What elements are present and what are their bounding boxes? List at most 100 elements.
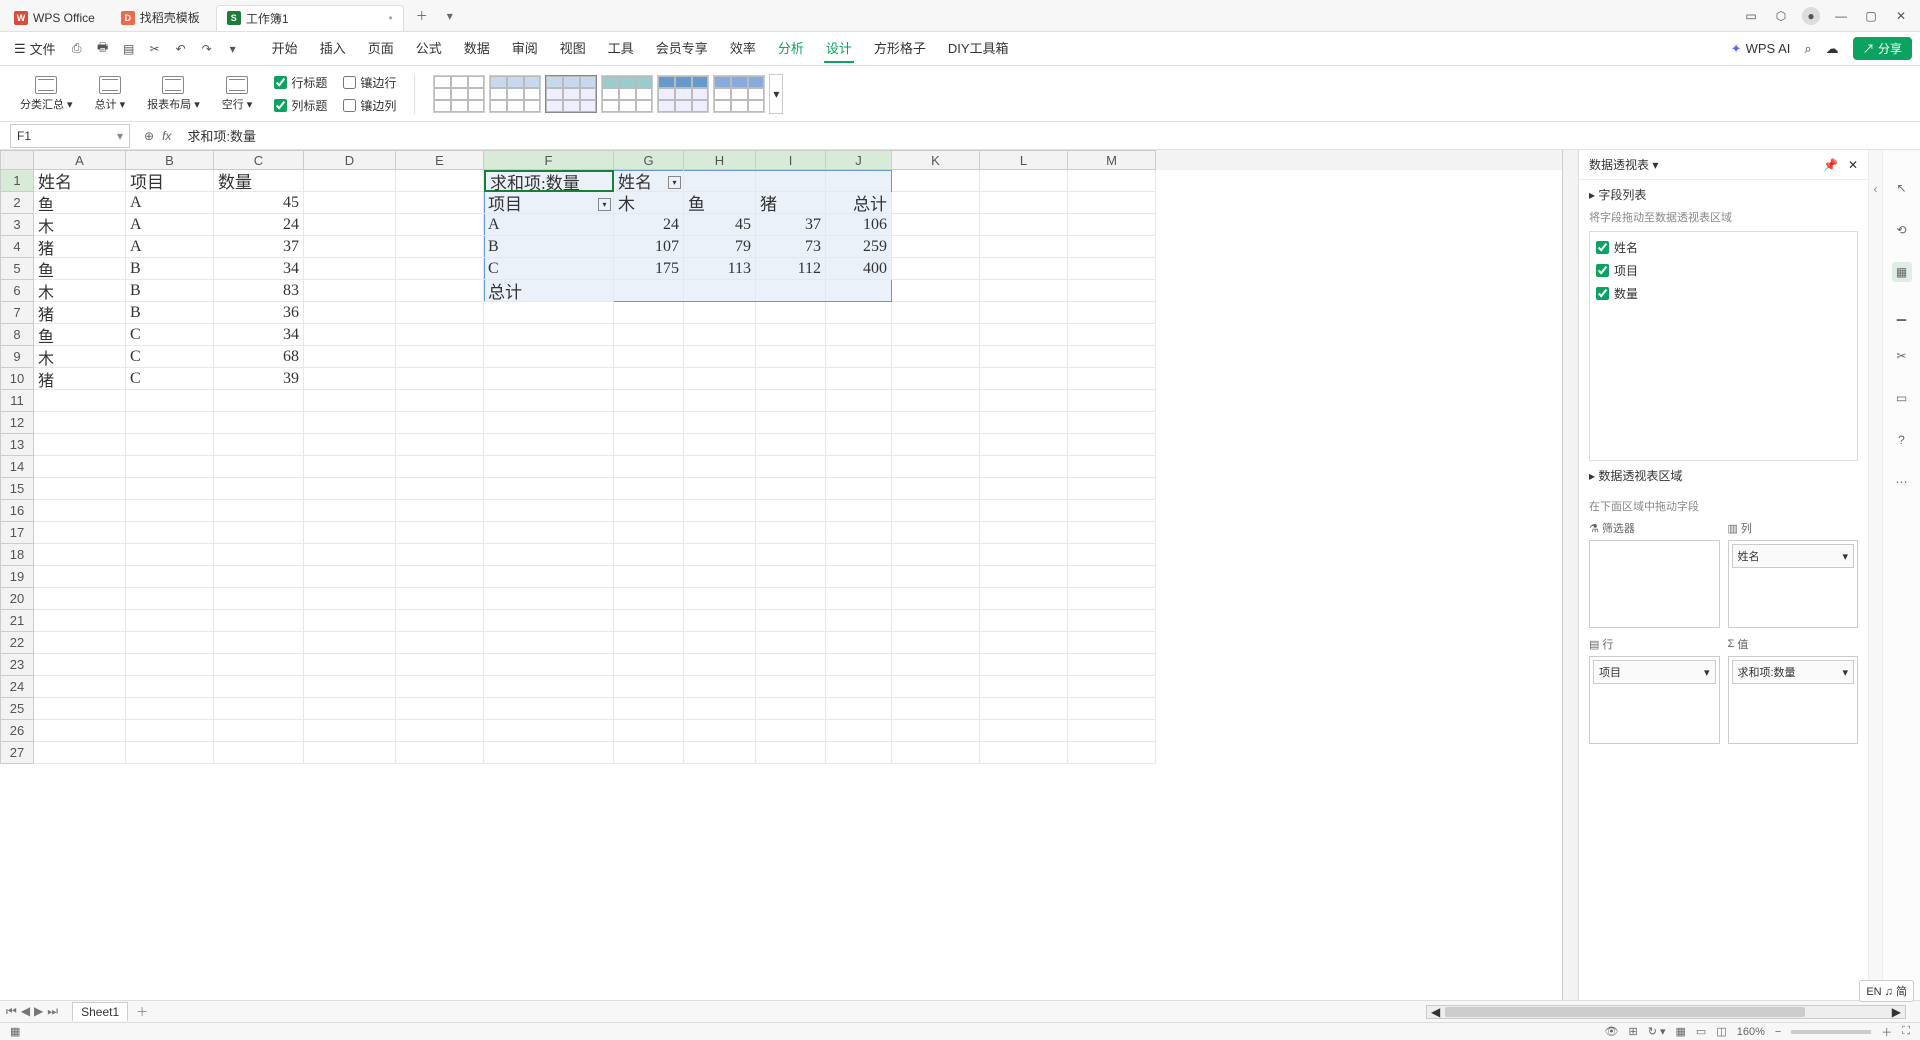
cell-E16[interactable] — [396, 500, 484, 522]
cell-J14[interactable] — [826, 456, 892, 478]
cell-E20[interactable] — [396, 588, 484, 610]
cell-C22[interactable] — [214, 632, 304, 654]
cell-B14[interactable] — [126, 456, 214, 478]
cursor-icon[interactable]: ↖ — [1892, 178, 1912, 198]
cell-B7[interactable]: B — [126, 302, 214, 324]
cell-D5[interactable] — [304, 258, 396, 280]
cell-G20[interactable] — [614, 588, 684, 610]
cell-G22[interactable] — [614, 632, 684, 654]
row-hdr-4[interactable]: 4 — [0, 236, 34, 258]
row-hdr-11[interactable]: 11 — [0, 390, 34, 412]
tab-add[interactable]: ＋ — [410, 4, 434, 28]
cell-L4[interactable] — [980, 236, 1068, 258]
cell-K6[interactable] — [892, 280, 980, 302]
cell-M9[interactable] — [1068, 346, 1156, 368]
row-hdr-10[interactable]: 10 — [0, 368, 34, 390]
cell-I16[interactable] — [756, 500, 826, 522]
cell-A25[interactable] — [34, 698, 126, 720]
cell-E27[interactable] — [396, 742, 484, 764]
col-hdr-J[interactable]: J — [826, 150, 892, 170]
chk-colhdr[interactable]: 列标题 — [274, 97, 327, 114]
row-hdr-13[interactable]: 13 — [0, 434, 34, 456]
chk-rowhdr[interactable]: 行标题 — [274, 74, 327, 91]
cell-K3[interactable] — [892, 214, 980, 236]
link-icon[interactable]: ⟲ — [1892, 220, 1912, 240]
sheet-first-icon[interactable]: ⏮ — [6, 1004, 17, 1019]
cell-F9[interactable] — [484, 346, 614, 368]
btn-subtotal[interactable]: 分类汇总 ▾ — [14, 74, 79, 114]
cell-K22[interactable] — [892, 632, 980, 654]
cell-B20[interactable] — [126, 588, 214, 610]
cell-J8[interactable] — [826, 324, 892, 346]
cell-G23[interactable] — [614, 654, 684, 676]
zoom-value[interactable]: 160% — [1737, 1026, 1765, 1038]
cell-M8[interactable] — [1068, 324, 1156, 346]
cell-A1[interactable]: 姓名 — [34, 170, 126, 192]
cell-A9[interactable]: 木 — [34, 346, 126, 368]
pivot-col-dd[interactable]: ▾ — [668, 176, 681, 189]
cell-H14[interactable] — [684, 456, 756, 478]
field-0[interactable]: 姓名 — [1594, 236, 1853, 259]
cell-B5[interactable]: B — [126, 258, 214, 280]
cell-L19[interactable] — [980, 566, 1068, 588]
maximize-icon[interactable]: ▢ — [1862, 7, 1880, 25]
style-3[interactable] — [545, 75, 597, 113]
cell-C16[interactable] — [214, 500, 304, 522]
menu-tab-5[interactable]: 审阅 — [510, 34, 540, 63]
cell-C20[interactable] — [214, 588, 304, 610]
drop-rows[interactable]: 项目▾ — [1589, 656, 1720, 744]
cell-C8[interactable]: 34 — [214, 324, 304, 346]
row-hdr-17[interactable]: 17 — [0, 522, 34, 544]
cell-J27[interactable] — [826, 742, 892, 764]
cell-C3[interactable]: 24 — [214, 214, 304, 236]
cell-L21[interactable] — [980, 610, 1068, 632]
cell-C27[interactable] — [214, 742, 304, 764]
cell-K17[interactable] — [892, 522, 980, 544]
cell-D4[interactable] — [304, 236, 396, 258]
col-hdr-G[interactable]: G — [614, 150, 684, 170]
cell-M20[interactable] — [1068, 588, 1156, 610]
hscroll[interactable]: ◀▶ — [1426, 1005, 1906, 1019]
cell-A8[interactable]: 鱼 — [34, 324, 126, 346]
cell-D22[interactable] — [304, 632, 396, 654]
cell-B22[interactable] — [126, 632, 214, 654]
cell-B23[interactable] — [126, 654, 214, 676]
cell-L7[interactable] — [980, 302, 1068, 324]
tab-app[interactable]: WWPS Office — [4, 5, 105, 31]
cell-A18[interactable] — [34, 544, 126, 566]
btn-blank[interactable]: 空行 ▾ — [216, 74, 259, 114]
cell-B18[interactable] — [126, 544, 214, 566]
row-hdr-3[interactable]: 3 — [0, 214, 34, 236]
sheet-add[interactable]: ＋ — [136, 1003, 148, 1020]
cell-H11[interactable] — [684, 390, 756, 412]
cell-C25[interactable] — [214, 698, 304, 720]
cell-I21[interactable] — [756, 610, 826, 632]
val-item[interactable]: 求和项:数量▾ — [1732, 660, 1855, 684]
cell-A11[interactable] — [34, 390, 126, 412]
cell-B13[interactable] — [126, 434, 214, 456]
view-split-icon[interactable]: ◫ — [1716, 1025, 1726, 1038]
cell-F1[interactable]: 求和项:数量 — [484, 170, 614, 192]
cell-F10[interactable] — [484, 368, 614, 390]
row-hdr-7[interactable]: 7 — [0, 302, 34, 324]
cell-I6[interactable] — [756, 280, 826, 302]
row-hdr-24[interactable]: 24 — [0, 676, 34, 698]
menu-tab-7[interactable]: 工具 — [606, 34, 636, 63]
cell-M6[interactable] — [1068, 280, 1156, 302]
cell-G5[interactable]: 175 — [614, 258, 684, 280]
cell-G1[interactable]: 姓名▾ — [614, 170, 684, 192]
cell-L8[interactable] — [980, 324, 1068, 346]
preview-icon[interactable]: ▤ — [120, 40, 138, 58]
cell-M13[interactable] — [1068, 434, 1156, 456]
cell-M11[interactable] — [1068, 390, 1156, 412]
cell-I2[interactable]: 猪 — [756, 192, 826, 214]
col-hdr-K[interactable]: K — [892, 150, 980, 170]
cell-F5[interactable]: C — [484, 258, 614, 280]
pivot-row-dd[interactable]: ▾ — [598, 198, 611, 211]
cell-D8[interactable] — [304, 324, 396, 346]
cell-D14[interactable] — [304, 456, 396, 478]
cell-E21[interactable] — [396, 610, 484, 632]
cell-E1[interactable] — [396, 170, 484, 192]
cell-D3[interactable] — [304, 214, 396, 236]
cell-E3[interactable] — [396, 214, 484, 236]
